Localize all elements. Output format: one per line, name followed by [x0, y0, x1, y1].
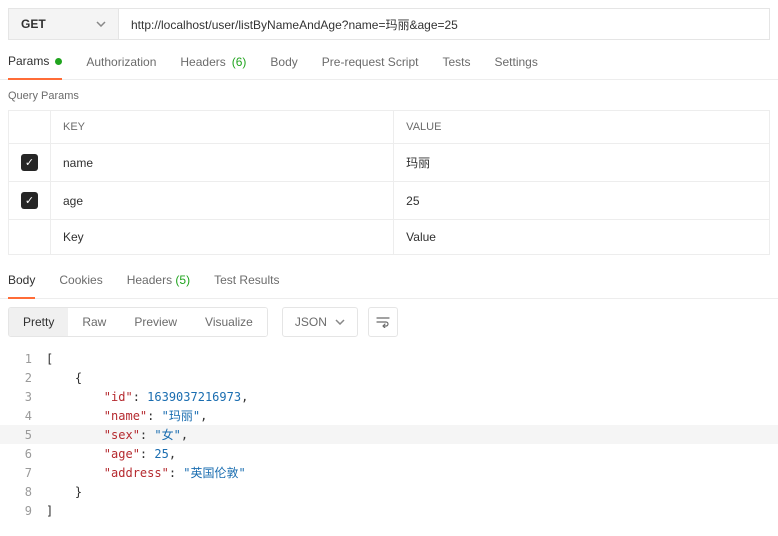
param-key-cell[interactable]: name	[51, 144, 394, 182]
code-content: "sex": "女",	[46, 426, 188, 443]
line-number: 6	[0, 447, 46, 461]
param-key-placeholder[interactable]: Key	[51, 220, 394, 255]
line-number: 8	[0, 485, 46, 499]
active-dot-icon	[55, 58, 62, 65]
check-icon: ✓	[21, 154, 38, 171]
http-method-label: GET	[21, 17, 46, 31]
view-pretty[interactable]: Pretty	[9, 308, 68, 336]
view-visualize[interactable]: Visualize	[191, 308, 267, 336]
response-tabs: Body Cookies Headers (5) Test Results	[0, 255, 778, 299]
table-row-empty: KeyValue	[9, 220, 770, 255]
table-row: ✓ name玛丽	[9, 144, 770, 182]
tab-headers-label: Headers	[180, 55, 225, 69]
resp-tab-body[interactable]: Body	[8, 273, 35, 299]
line-number: 2	[0, 371, 46, 385]
code-content: }	[46, 485, 82, 499]
code-line[interactable]: 8 }	[0, 482, 778, 501]
code-content: ]	[46, 504, 53, 518]
code-line[interactable]: 7 "address": "英国伦敦"	[0, 463, 778, 482]
tab-tests[interactable]: Tests	[442, 54, 470, 79]
tab-settings[interactable]: Settings	[495, 54, 538, 79]
check-icon: ✓	[21, 192, 38, 209]
code-content: "name": "玛丽",	[46, 407, 207, 424]
view-mode-group: Pretty Raw Preview Visualize	[8, 307, 268, 337]
code-line[interactable]: 3 "id": 1639037216973,	[0, 387, 778, 406]
param-value-cell[interactable]: 玛丽	[394, 144, 770, 182]
resp-tab-headers-count: (5)	[175, 273, 190, 287]
resp-tab-headers[interactable]: Headers (5)	[127, 273, 190, 298]
view-preview[interactable]: Preview	[120, 308, 191, 336]
code-line[interactable]: 5 "sex": "女",	[0, 425, 778, 444]
line-number: 4	[0, 409, 46, 423]
query-params-table: KEY VALUE ✓ name玛丽 ✓ age25KeyValue	[8, 110, 770, 255]
tab-params[interactable]: Params	[8, 54, 62, 80]
resp-tab-test-results[interactable]: Test Results	[214, 273, 279, 298]
param-checkbox[interactable]: ✓	[9, 182, 51, 220]
code-content: {	[46, 371, 82, 385]
code-content: "address": "英国伦敦"	[46, 464, 246, 481]
code-content: "age": 25,	[46, 447, 176, 461]
tab-headers[interactable]: Headers (6)	[180, 54, 246, 79]
tab-params-label: Params	[8, 54, 49, 68]
col-check	[9, 111, 51, 144]
param-value-placeholder[interactable]: Value	[394, 220, 770, 255]
request-tabs: Params Authorization Headers (6) Body Pr…	[0, 40, 778, 80]
response-body: 1[2 {3 "id": 1639037216973,4 "name": "玛丽…	[0, 345, 778, 532]
format-select[interactable]: JSON	[282, 307, 358, 337]
line-number: 3	[0, 390, 46, 404]
code-content: [	[46, 352, 53, 366]
code-content: "id": 1639037216973,	[46, 390, 248, 404]
wrap-lines-icon[interactable]	[368, 307, 398, 337]
code-line[interactable]: 6 "age": 25,	[0, 444, 778, 463]
request-bar: GET	[8, 8, 770, 40]
param-checkbox-empty	[9, 220, 51, 255]
http-method-select[interactable]: GET	[9, 9, 119, 39]
line-number: 5	[0, 428, 46, 442]
format-label: JSON	[295, 315, 327, 329]
resp-tab-headers-label: Headers	[127, 273, 172, 287]
response-view-bar: Pretty Raw Preview Visualize JSON	[0, 299, 778, 345]
param-value-cell[interactable]: 25	[394, 182, 770, 220]
line-number: 7	[0, 466, 46, 480]
line-number: 9	[0, 504, 46, 518]
query-params-label: Query Params	[0, 80, 778, 110]
chevron-down-icon	[96, 21, 106, 27]
url-input[interactable]	[119, 9, 769, 39]
col-key: KEY	[51, 111, 394, 144]
code-line[interactable]: 4 "name": "玛丽",	[0, 406, 778, 425]
code-line[interactable]: 1[	[0, 349, 778, 368]
view-raw[interactable]: Raw	[68, 308, 120, 336]
tab-headers-count: (6)	[232, 55, 247, 69]
tab-body[interactable]: Body	[270, 54, 297, 79]
table-row: ✓ age25	[9, 182, 770, 220]
resp-tab-cookies[interactable]: Cookies	[59, 273, 102, 298]
tab-prerequest[interactable]: Pre-request Script	[322, 54, 419, 79]
code-line[interactable]: 9]	[0, 501, 778, 520]
param-checkbox[interactable]: ✓	[9, 144, 51, 182]
tab-authorization[interactable]: Authorization	[86, 54, 156, 79]
param-key-cell[interactable]: age	[51, 182, 394, 220]
col-value: VALUE	[394, 111, 770, 144]
line-number: 1	[0, 352, 46, 366]
chevron-down-icon	[335, 319, 345, 325]
code-line[interactable]: 2 {	[0, 368, 778, 387]
